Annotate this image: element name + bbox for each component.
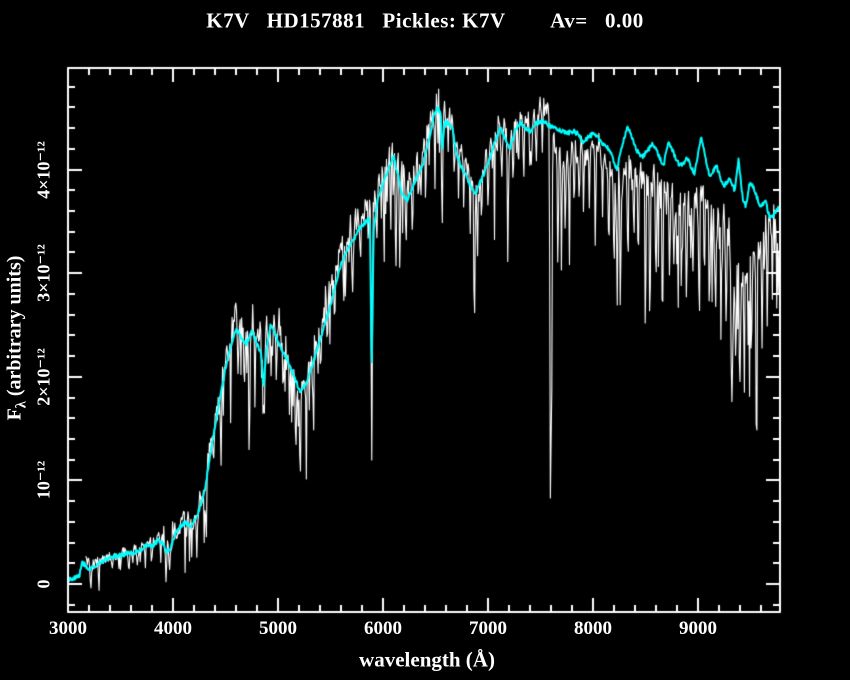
y-axis-label-symbol: F bbox=[4, 408, 26, 420]
plot-title: K7V HD157881 Pickles: K7V Av= 0.00 bbox=[206, 9, 643, 34]
spectrum-plot-canvas bbox=[0, 0, 850, 680]
y-axis-label-units: (arbitrary units) bbox=[4, 256, 26, 402]
spectrum-plot-window: K7V HD157881 Pickles: K7V Av= 0.00 3000 4… bbox=[0, 0, 850, 680]
x-tick-label-7000: 7000 bbox=[469, 618, 507, 640]
x-axis-label: wavelength (Å) bbox=[359, 648, 495, 673]
y-axis-label-subscript: λ bbox=[14, 401, 30, 408]
x-tick-label-4000: 4000 bbox=[154, 618, 192, 640]
x-tick-label-3000: 3000 bbox=[49, 618, 87, 640]
y-tick-label-0: 0 bbox=[34, 580, 55, 589]
x-tick-label-6000: 6000 bbox=[364, 618, 402, 640]
x-tick-label-9000: 9000 bbox=[679, 618, 717, 640]
y-tick-label-1: 10⁻¹² bbox=[34, 461, 55, 499]
y-axis-label: Fλ (arbitrary units) bbox=[4, 256, 31, 421]
y-tick-label-2: 2×10⁻¹² bbox=[34, 348, 55, 406]
y-tick-label-3: 3×10⁻¹² bbox=[34, 244, 55, 302]
x-tick-label-8000: 8000 bbox=[574, 618, 612, 640]
x-tick-label-5000: 5000 bbox=[259, 618, 297, 640]
y-tick-label-4: 4×10⁻¹² bbox=[34, 141, 55, 199]
